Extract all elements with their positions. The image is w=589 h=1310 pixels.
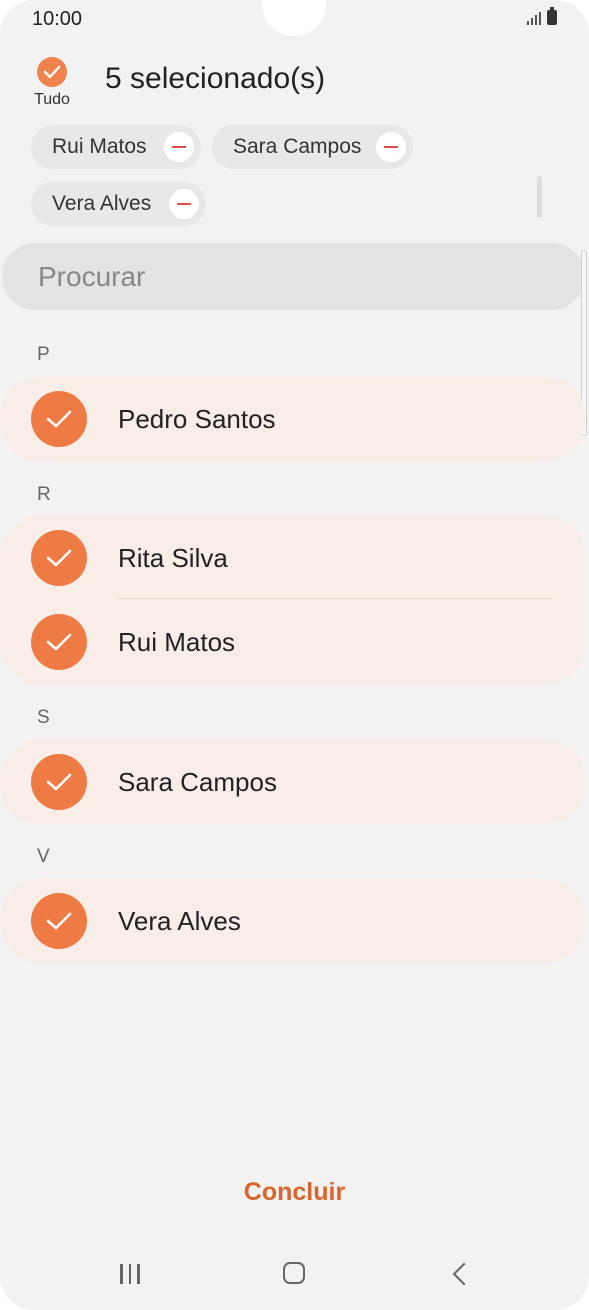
contact-row[interactable]: Pedro Santos [0,377,585,461]
selected-chip: Vera Alves [31,182,206,226]
selected-chip: Rui Matos [31,125,201,169]
navigation-bar [0,1258,589,1290]
section-header-p: P [37,344,50,365]
contact-name: Rui Matos [118,626,236,657]
status-icons [527,7,557,25]
signal-icon [527,11,541,25]
select-all-toggle[interactable]: Tudo [30,57,74,109]
check-icon [37,57,67,87]
chip-label: Rui Matos [52,135,147,158]
section-header-s: S [37,707,50,728]
contact-name: Sara Campos [118,766,277,797]
status-time: 10:00 [32,8,83,30]
recent-apps-icon[interactable] [120,1264,140,1284]
minus-circle-icon[interactable] [169,189,199,219]
section-header-v: V [37,846,50,867]
minus-circle-icon[interactable] [376,132,406,162]
contact-row[interactable]: Rui Matos [0,600,585,684]
contact-row[interactable]: Rita Silva [0,516,585,600]
contact-row[interactable]: Sara Campos [0,740,585,824]
check-icon [31,614,87,670]
camera-notch [262,0,326,36]
chip-label: Sara Campos [233,135,362,158]
chips-scrollbar[interactable] [537,176,542,218]
check-icon [31,391,87,447]
selected-chip: Sara Campos [212,125,413,169]
search-field[interactable]: Procurar [2,243,585,310]
home-icon[interactable] [283,1262,305,1284]
contact-name: Pedro Santos [118,403,276,434]
done-button[interactable]: Concluir [0,1178,589,1207]
minus-circle-icon[interactable] [164,132,194,162]
check-icon [31,530,87,586]
section-header-r: R [37,484,51,505]
contact-row[interactable]: Vera Alves [0,879,585,963]
check-icon [31,754,87,810]
search-placeholder: Procurar [38,260,146,292]
chip-label: Vera Alves [52,192,152,215]
back-icon[interactable] [452,1262,476,1286]
screen: 10:00 Tudo 5 selecionado(s) Rui Matos Sa… [0,0,589,1310]
selected-count-title: 5 selecionado(s) [105,62,326,95]
contact-name: Rita Silva [118,542,228,573]
contact-name: Vera Alves [118,905,241,936]
check-icon [31,893,87,949]
row-divider [117,598,552,599]
select-all-label: Tudo [34,91,70,108]
battery-icon [547,7,557,25]
